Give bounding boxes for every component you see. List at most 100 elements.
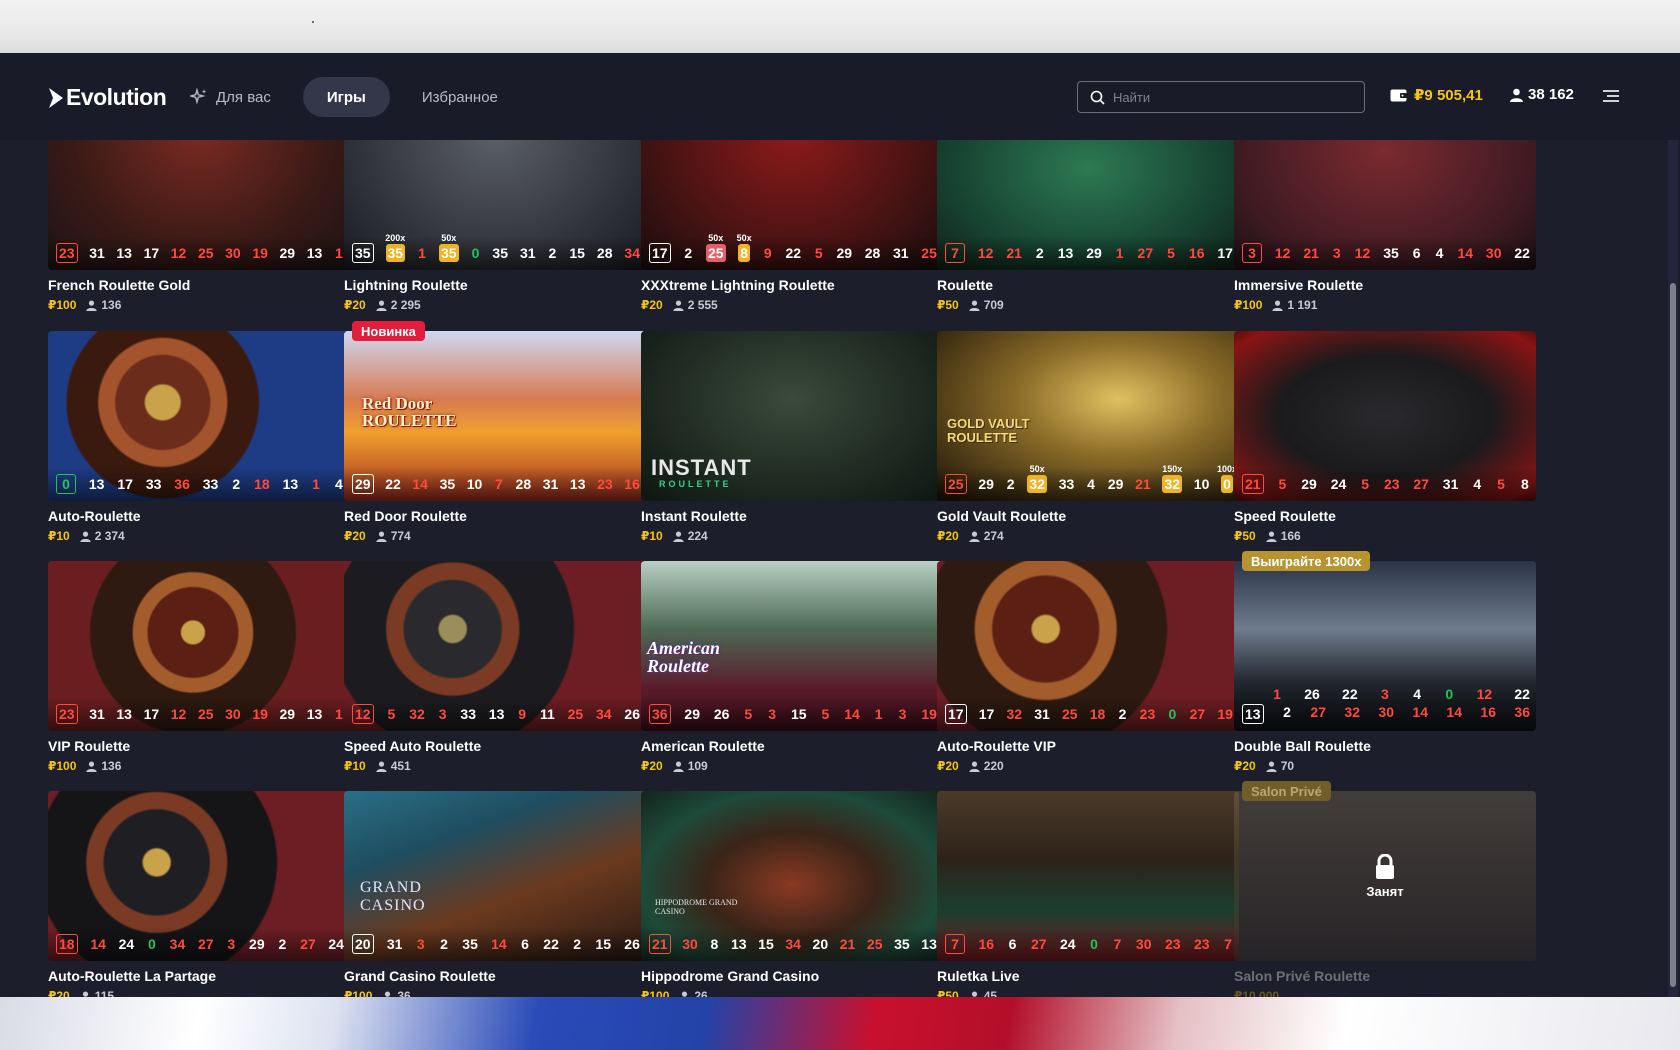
game-min-bet: ₽100 (344, 989, 373, 997)
game-min-bet: ₽50 (937, 298, 959, 312)
result-number: 27 (1189, 706, 1206, 722)
game-thumbnail[interactable]: 7 16 6 27 24 0 7 30 23 23 7 (937, 791, 1239, 961)
result-number: 25 (945, 474, 967, 494)
result-number: 11 (540, 706, 555, 722)
game-thumbnail[interactable]: 1 26 22 3 4 0 12 22 13 2 27 32 30 14 14 16 36 (1234, 561, 1536, 731)
game-card[interactable]: GOLD VAULT ROULETTE 25 29 2 50x 32 33 4 29 21 150… (937, 331, 1239, 543)
result-number: 30 (225, 245, 241, 261)
result-number: 15 (790, 706, 807, 722)
recent-numbers: 18 14 24 0 34 27 3 29 2 27 24 (48, 927, 350, 961)
scrollbar-thumb[interactable] (1670, 283, 1676, 987)
game-title: Speed Auto Roulette (344, 738, 482, 754)
result-number: 7 (1224, 936, 1232, 952)
game-card[interactable]: 23 31 13 17 12 25 30 19 29 13 1 VIP Roulette ₽100 … (48, 561, 350, 773)
result-number: 5 (1497, 476, 1505, 492)
game-meta: ₽10 2 374 (48, 529, 350, 543)
game-card[interactable]: American Roulette 36 29 26 5 3 15 5 14 1 3 19 Amer… (641, 561, 943, 773)
user-icon (1266, 761, 1277, 772)
result-number: 3 (1332, 245, 1341, 261)
brand-logo[interactable]: Evolution (48, 84, 167, 111)
evolution-logo-icon (49, 87, 63, 108)
search-input[interactable] (1113, 89, 1353, 105)
result-number: 13 (488, 706, 505, 722)
multiplier-tag: 50x (708, 233, 724, 243)
result-number: 3 (416, 936, 425, 952)
recent-numbers: 23 31 13 17 12 25 30 19 29 13 1 (48, 697, 350, 731)
recent-numbers: 12 5 32 3 33 13 9 11 25 34 26 (344, 697, 646, 731)
result-number: 13 (116, 706, 132, 722)
game-card[interactable]: 12 5 32 3 33 13 9 11 25 34 26 Speed Auto Roulette … (344, 561, 646, 773)
game-thumbnail[interactable]: 17 17 32 31 25 18 2 23 0 27 19 (937, 561, 1239, 731)
result-number: 12 (977, 245, 994, 261)
game-card[interactable]: 7 16 6 27 24 0 7 30 23 23 7 Ruletka Live ₽50 45 (937, 791, 1239, 997)
game-min-bet: ₽10 (344, 759, 366, 773)
wallet-balance[interactable]: ₽9 505,41 (1390, 86, 1483, 104)
game-title: American Roulette (641, 738, 765, 754)
game-card[interactable]: HIPPODROME GRAND CASINO 21 30 8 13 15 34 20 21 2… (641, 791, 943, 997)
game-players-count: 2 374 (94, 529, 125, 543)
game-card[interactable]: 21 5 29 24 5 23 27 31 4 5 8 Speed Roulette ₽50 166 (1234, 331, 1536, 543)
game-card[interactable]: GRAND CASINO 20 31 3 2 35 14 6 22 2 15 26 Grand Cas… (344, 791, 646, 997)
app-window: Evolution Для вас Игры Избранное ₽9 505,… (0, 53, 1680, 997)
result-number: 35 (462, 936, 478, 952)
game-min-bet: ₽100 (48, 759, 77, 773)
menu-icon[interactable] (1602, 89, 1620, 103)
result-number: 3 (227, 936, 236, 952)
result-number: 0 (56, 474, 76, 494)
game-thumbnail[interactable]: 21 5 29 24 5 23 27 31 4 5 8 (1234, 331, 1536, 501)
result-number: 1 (312, 476, 320, 492)
result-number: 5 (387, 706, 396, 722)
nav-for-you[interactable]: Для вас (186, 77, 295, 117)
result-number: 36 (1514, 704, 1530, 720)
nav-favorites-label: Избранное (421, 88, 498, 106)
game-thumbnail[interactable]: HIPPODROME GRAND CASINO 21 30 8 13 15 34 20 21 2… (641, 791, 943, 961)
result-number: 13 (730, 936, 747, 952)
game-card[interactable]: Занят Salon Privé Roulette ₽10 000 Salon … (1234, 781, 1536, 997)
result-number: 14 (1446, 704, 1462, 720)
result-number: 5 (1167, 245, 1175, 261)
game-card[interactable]: 1 26 22 3 4 0 12 22 13 2 27 32 30 14 14 16 36 Double Bal… (1234, 551, 1536, 773)
game-thumbnail[interactable]: 23 31 13 17 12 25 30 19 29 13 1 (48, 561, 350, 731)
recent-numbers: 23 31 13 17 12 25 30 19 29 13 1 (48, 236, 350, 270)
game-players: 45 (969, 989, 997, 997)
result-number: 6 (521, 936, 529, 952)
result-number: 22 (1514, 686, 1530, 702)
game-title: XXXtreme Lightning Roulette (641, 277, 835, 293)
nav-games[interactable]: Игры (302, 77, 390, 117)
game-thumbnail[interactable]: 0 13 17 33 36 33 2 18 13 1 4 (48, 331, 350, 501)
game-thumbnail[interactable]: GRAND CASINO 20 31 3 2 35 14 6 22 2 15 26 (344, 791, 646, 961)
result-number: 12 (1354, 245, 1371, 261)
game-card[interactable]: INSTANT ROULETTE Instant Roulette ₽10 224 (641, 331, 943, 543)
result-number: 30 (225, 706, 241, 722)
result-number: 26 (624, 706, 640, 722)
game-thumbnail[interactable]: 18 14 24 0 34 27 3 29 2 27 24 (48, 791, 350, 961)
game-card[interactable]: Red Door ROULETTE 29 22 14 35 10 7 28 31 13 23 16 … (344, 321, 646, 543)
game-thumbnail[interactable]: American Roulette 36 29 26 5 3 15 5 14 1 3 19 (641, 561, 943, 731)
result-number: 29 (978, 476, 994, 492)
result-number: 12 (170, 706, 187, 722)
game-card[interactable]: 17 17 32 31 25 18 2 23 0 27 19 Auto-Roulette VIP ₽… (937, 561, 1239, 773)
game-thumbnail[interactable]: INSTANT ROULETTE (641, 331, 943, 501)
multiplier-number: 50x 25 (705, 233, 726, 262)
game-thumbnail[interactable]: GOLD VAULT ROULETTE 25 29 2 50x 32 33 4 29 21 150… (937, 331, 1239, 501)
result-number: 32 (1344, 704, 1360, 720)
game-thumbnail[interactable]: Red Door ROULETTE 29 22 14 35 10 7 28 31 13 23 16 (344, 331, 646, 501)
game-players-count: 136 (101, 298, 122, 312)
nav-favorites[interactable]: Избранное (398, 77, 522, 117)
game-logo: CASINO (360, 897, 426, 914)
game-min-bet: ₽10 (641, 529, 663, 543)
game-thumbnail[interactable]: 12 5 32 3 33 13 9 11 25 34 26 (344, 561, 646, 731)
recent-numbers: 36 29 26 5 3 15 5 14 1 3 19 (641, 697, 943, 731)
result-number: 4 (1473, 476, 1482, 492)
occupied-overlay: Занят (1234, 791, 1536, 961)
result-number: 34 (169, 936, 186, 952)
result-number: 16 (1188, 245, 1205, 261)
game-players: 774 (376, 529, 411, 543)
result-number: 27 (300, 936, 316, 952)
result-number: 16 (624, 476, 640, 492)
result-number: 17 (117, 476, 133, 492)
game-card[interactable]: 0 13 17 33 36 33 2 18 13 1 4 Auto-Roulette ₽10 2 3… (48, 331, 350, 543)
game-card[interactable]: 18 14 24 0 34 27 3 29 2 27 24 Auto-Roulette La Par… (48, 791, 350, 997)
game-title: Lightning Roulette (344, 277, 468, 293)
result-number: 13 (306, 245, 323, 261)
